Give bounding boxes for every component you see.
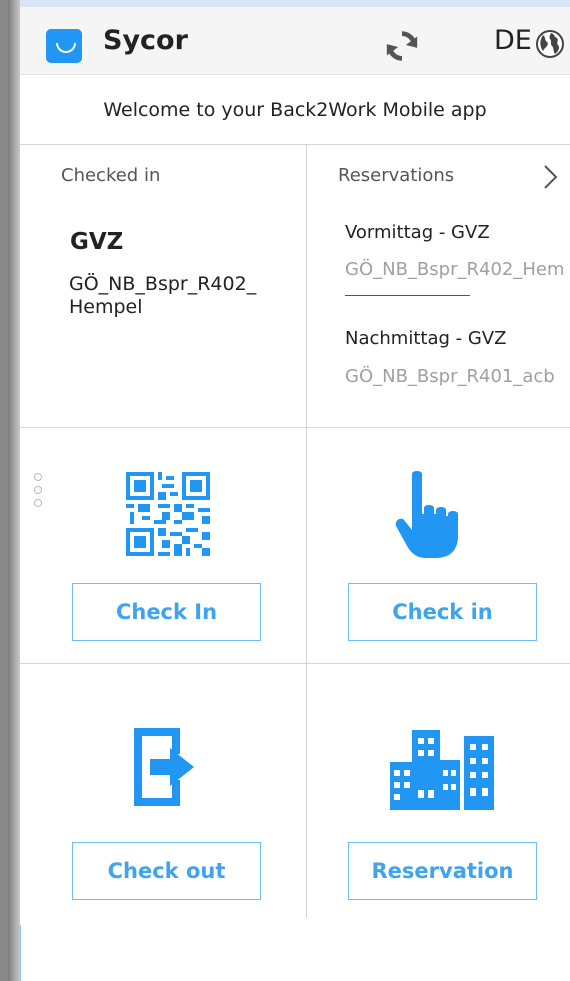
top-border xyxy=(20,0,570,7)
checked-in-site: GVZ xyxy=(70,229,124,255)
reservation-separator xyxy=(345,295,470,296)
reservation-room: GÖ_NB_Bspr_R401_acb xyxy=(345,366,555,387)
sycor-logo-icon xyxy=(46,29,82,63)
reservation-room: GÖ_NB_Bspr_R402_Hem xyxy=(345,259,565,280)
reservation-button[interactable]: Reservation xyxy=(348,842,537,900)
exit-icon xyxy=(134,728,194,806)
buildings-icon xyxy=(390,730,494,810)
sync-icon[interactable] xyxy=(383,27,421,65)
welcome-message: Welcome to your Back2Work Mobile app xyxy=(20,75,570,145)
status-section: Checked in GVZ GÖ_NB_Bspr_R402_Hempel Re… xyxy=(20,145,570,428)
qr-code-icon xyxy=(126,472,210,556)
app-screen: Sycor DE Welcome to your Back2Work Mobil… xyxy=(20,0,570,981)
check-out-button[interactable]: Check out xyxy=(72,842,261,900)
bottom-edge xyxy=(20,925,33,981)
divider xyxy=(306,145,307,427)
reservation-title[interactable]: Vormittag - GVZ xyxy=(345,222,490,243)
globe-icon[interactable] xyxy=(535,29,565,59)
divider xyxy=(20,663,570,664)
app-header: Sycor DE xyxy=(20,7,570,75)
chevron-right-icon[interactable] xyxy=(540,163,560,191)
checked-in-label: Checked in xyxy=(61,165,161,186)
app-title: Sycor xyxy=(103,25,188,56)
check-in-manual-button[interactable]: Check in xyxy=(348,583,537,641)
hand-pointer-icon xyxy=(395,471,458,558)
check-in-qr-button[interactable]: Check In xyxy=(72,583,261,641)
language-selector[interactable]: DE xyxy=(494,25,532,56)
reservation-title[interactable]: Nachmittag - GVZ xyxy=(345,328,506,349)
checked-in-room: GÖ_NB_Bspr_R402_Hempel xyxy=(69,273,257,318)
drag-handle[interactable] xyxy=(34,473,42,512)
action-tiles: Check In Check in Check out Reservation xyxy=(20,428,570,918)
reservations-label[interactable]: Reservations xyxy=(338,165,454,186)
divider xyxy=(306,428,307,918)
window-frame-shadow xyxy=(8,0,20,981)
